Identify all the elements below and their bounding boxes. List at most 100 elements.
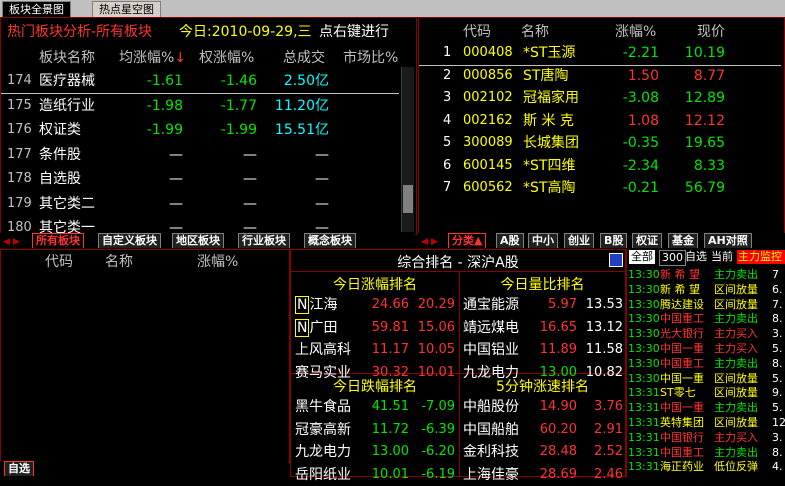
header-weighted-change[interactable]: 权涨幅% xyxy=(199,47,254,67)
monitor-stock-name: 中国重工 xyxy=(660,312,704,326)
rank-stock-name: 上海佳豪 xyxy=(463,464,519,486)
gain-rank-row[interactable]: 上风高科 11.17 10.05 xyxy=(293,339,458,361)
monitor-row[interactable]: 13:31 英特集团 区间放量 12 xyxy=(628,415,785,430)
rank-price: 13.00 xyxy=(539,364,577,380)
speed-rank-row[interactable]: 上海佳豪 28.69 2.46 xyxy=(461,464,626,486)
rank-value: 2.46 xyxy=(594,466,623,482)
tab-scroll-left-icon[interactable]: ◀ xyxy=(421,235,428,250)
tab-warrants[interactable]: 权证 xyxy=(632,233,662,248)
speed-rank-row[interactable]: 中船股份 14.90 3.76 xyxy=(461,396,626,418)
tab-watchlist[interactable]: 自选 xyxy=(4,461,34,476)
tab-scroll-left-icon[interactable]: ◀ xyxy=(3,235,10,250)
monitor-row[interactable]: 13:31 中国银行 主力买入 3. xyxy=(628,430,785,445)
rank-value: 3.76 xyxy=(594,399,623,414)
monitor-row[interactable]: 13:31 中国重工 主力卖出 8. xyxy=(628,445,785,460)
monitor-action: 区间放量 xyxy=(714,416,758,429)
header-total-volume[interactable]: 总成交 xyxy=(283,47,325,67)
volratio-rank-row[interactable]: 中国铝业 11.89 11.58 xyxy=(461,339,626,361)
stock-row[interactable]: 2 000856 ST唐陶 1.50 8.77 xyxy=(419,64,781,88)
drop-rank-row[interactable]: 黑牛食品 41.51 -7.09 xyxy=(293,396,458,418)
monitor-tab-watch[interactable]: 自选 xyxy=(685,249,707,265)
monitor-stock-name: 新 希 望 xyxy=(660,282,700,296)
monitor-time: 13:30 xyxy=(628,282,660,296)
ranking-settings-icon[interactable] xyxy=(609,253,623,267)
tab-custom-sectors[interactable]: 自定义板块 xyxy=(98,233,161,248)
monitor-row[interactable]: 13:30 腾达建设 区间放量 7. xyxy=(628,297,785,312)
monitor-tab-300[interactable]: 300 xyxy=(659,250,686,266)
volratio-rank-row[interactable]: 通宝能源 5.97 13.53 xyxy=(461,294,626,316)
sector-row[interactable]: 176 权证类 -1.99 -1.99 15.51亿 xyxy=(1,118,399,142)
row-number: 3 xyxy=(443,90,452,105)
monitor-row[interactable]: 13:31 中国一重 主力卖出 5. xyxy=(628,400,785,415)
sector-row[interactable]: 179 其它类二 — — — xyxy=(1,192,399,216)
tab-concept-sectors[interactable]: 概念板块 xyxy=(304,233,356,248)
stock-row[interactable]: 6 600145 *ST四维 -2.34 8.33 xyxy=(419,154,781,178)
monitor-time: 13:30 xyxy=(628,327,660,341)
tab-b-shares[interactable]: B股 xyxy=(600,233,628,248)
scrollbar-thumb[interactable] xyxy=(403,185,413,213)
tab-funds[interactable]: 基金 xyxy=(668,233,698,248)
gain-rank-row[interactable]: N 江海 24.66 20.29 xyxy=(293,294,458,316)
monitor-value: 8. xyxy=(772,356,783,370)
monitor-row[interactable]: 13:30 中国一重 主力买入 5. xyxy=(628,341,785,356)
stock-row[interactable]: 4 002162 斯 米 克 1.08 12.12 xyxy=(419,109,781,133)
tab-sme[interactable]: 中小 xyxy=(528,233,558,248)
header-change[interactable]: 涨幅% xyxy=(615,21,656,41)
stock-row[interactable]: 3 002102 冠福家用 -3.08 12.89 xyxy=(419,86,781,110)
sector-row[interactable]: 175 造纸行业 -1.98 -1.77 11.20亿 xyxy=(1,94,399,118)
volratio-rank-row[interactable]: 靖远煤电 16.65 13.12 xyxy=(461,317,626,339)
tab-ah-compare[interactable]: AH对照 xyxy=(704,233,752,248)
sector-row[interactable]: 177 条件股 — — — xyxy=(1,143,399,167)
monitor-row[interactable]: 13:30 中国一重 区间放量 5. xyxy=(628,371,785,386)
monitor-row[interactable]: 13:30 光大银行 主力买入 3. xyxy=(628,326,785,341)
tab-scroll-right-icon[interactable]: ▶ xyxy=(13,235,20,250)
drop-rank-row[interactable]: 岳阳纸业 10.01 -6.19 xyxy=(293,464,458,486)
watch-header-code[interactable]: 代码 xyxy=(45,251,73,271)
header-market-ratio[interactable]: 市场比% xyxy=(343,47,401,67)
gain-rank-row[interactable]: N 广田 59.81 15.06 xyxy=(293,317,458,339)
tab-a-shares[interactable]: A股 xyxy=(496,233,524,248)
monitor-row[interactable]: 13:30 中国重工 主力卖出 8. xyxy=(628,356,785,371)
tab-scroll-right-icon[interactable]: ▶ xyxy=(431,235,438,250)
rank-price: 60.20 xyxy=(539,421,577,437)
speed-rank-row[interactable]: 金利科技 28.48 2.52 xyxy=(461,441,626,463)
monitor-row[interactable]: 13:31 海正药业 低位反弹 4. xyxy=(628,459,785,474)
watchlist-tab-bar: 自选 xyxy=(0,461,288,476)
monitor-row[interactable]: 13:30 新 希 望区间放量 6. xyxy=(628,282,785,297)
gain-rank-row[interactable]: 赛马实业 30.32 10.01 xyxy=(293,362,458,384)
sector-row[interactable]: 174 医疗器械 -1.61 -1.46 2.50亿 xyxy=(1,69,399,94)
tab-chinext[interactable]: 创业 xyxy=(564,233,594,248)
drop-rank-row[interactable]: 九龙电力 13.00 -6.20 xyxy=(293,441,458,463)
volratio-rank-row[interactable]: 九龙电力 13.00 10.82 xyxy=(461,362,626,384)
monitor-tab-current[interactable]: 当前 xyxy=(711,249,733,265)
rank-price: 24.66 xyxy=(371,297,409,312)
tab-hot-starmap[interactable]: 热点星空图 xyxy=(92,1,161,18)
top-tab-strip: 板块全景图 热点星空图 xyxy=(0,0,785,18)
drop-rank-row[interactable]: 冠豪高新 11.72 -6.39 xyxy=(293,419,458,441)
stock-price: 56.79 xyxy=(684,180,725,196)
monitor-row[interactable]: 13:30 新 希 望 主力卖出 7 xyxy=(628,267,785,282)
tab-all-sectors[interactable]: 所有板块 xyxy=(32,233,84,248)
monitor-row[interactable]: 13:30 中国重工 主力卖出 8. xyxy=(628,311,785,326)
vertical-scrollbar[interactable] xyxy=(401,67,414,232)
stock-row[interactable]: 5 300089 长城集团 -0.35 19.65 xyxy=(419,131,781,155)
tab-region-sectors[interactable]: 地区板块 xyxy=(172,233,224,248)
monitor-value: 6. xyxy=(772,282,783,296)
stock-row[interactable]: 7 600562 *ST高陶 -0.21 56.79 xyxy=(419,176,781,200)
monitor-row[interactable]: 13:31 ST零七 区间放量 9. xyxy=(628,385,785,400)
watch-header-name[interactable]: 名称 xyxy=(105,251,133,271)
tab-industry-sectors[interactable]: 行业板块 xyxy=(238,233,290,248)
tab-category[interactable]: 分类▲ xyxy=(448,233,487,248)
sector-row[interactable]: 178 自选股 — — — xyxy=(1,167,399,191)
header-name[interactable]: 名称 xyxy=(521,21,549,41)
speed-rank-row[interactable]: 中国船舶 60.20 2.91 xyxy=(461,419,626,441)
header-price[interactable]: 现价 xyxy=(697,21,725,41)
watch-header-change[interactable]: 涨幅% xyxy=(197,251,238,271)
tab-sector-panorama[interactable]: 板块全景图 xyxy=(2,1,71,18)
monitor-tab-all[interactable]: 全部 xyxy=(629,250,655,264)
header-code[interactable]: 代码 xyxy=(463,21,491,41)
header-sector-name[interactable]: 板块名称 xyxy=(39,47,95,67)
stock-row[interactable]: 1 000408 *ST玉源 -2.21 10.19 xyxy=(419,41,781,66)
monitor-tab-main-force[interactable]: 主力监控 xyxy=(737,250,785,264)
header-avg-change[interactable]: 均涨幅%↓ xyxy=(119,47,186,67)
